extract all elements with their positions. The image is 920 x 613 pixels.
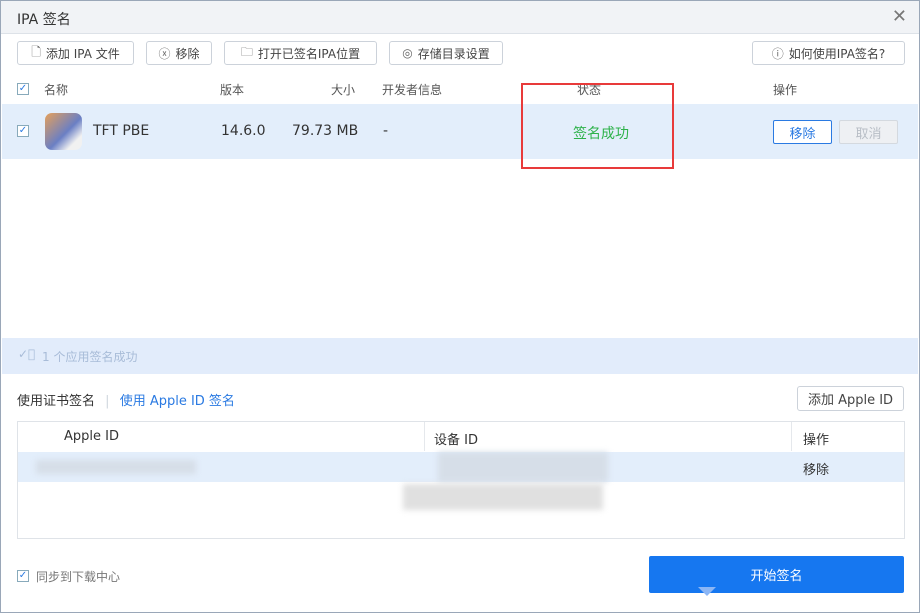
open-location-button[interactable]: 🗀 打开已签名IPA位置: [224, 41, 377, 65]
row-checkbox[interactable]: ✓: [17, 125, 29, 137]
add-file-icon: 🗋: [31, 44, 41, 59]
redacted-overlay: [403, 484, 603, 510]
header-developer: 开发者信息: [382, 83, 443, 97]
apple-id-table: Apple ID 设备 ID 操作 移除: [17, 421, 905, 539]
header-size: 大小: [331, 83, 356, 97]
header-apple-id: Apple ID: [64, 429, 119, 444]
check-circle-icon: ✓⃝: [18, 347, 36, 361]
tab-divider: |: [105, 394, 110, 409]
row-remove-button[interactable]: 移除: [773, 120, 832, 144]
row-cancel-button[interactable]: 取消: [839, 120, 898, 144]
sync-checkbox[interactable]: ✓: [17, 570, 29, 582]
tab-apple-id[interactable]: 使用 Apple ID 签名: [120, 394, 235, 409]
help-label: 如何使用IPA签名?: [788, 46, 886, 61]
title-bar: IPA 签名 ✕: [1, 1, 919, 34]
folder-icon: 🗀: [240, 44, 253, 59]
header-name: 名称: [44, 83, 69, 97]
add-ipa-label: 添加 IPA 文件: [45, 46, 120, 61]
sync-label: 同步到下载中心: [36, 570, 121, 584]
redacted-apple-id: [36, 460, 196, 474]
open-location-label: 打开已签名IPA位置: [257, 46, 361, 61]
apple-id-remove-link[interactable]: 移除: [803, 459, 829, 478]
table-header: ✓ 名称 版本 大小 开发者信息 状态 操作: [1, 76, 919, 102]
storage-settings-label: 存储目录设置: [417, 46, 490, 61]
settings-icon: ◎: [402, 46, 413, 60]
app-version: 14.6.0: [221, 123, 266, 139]
dialog-title: IPA 签名: [17, 12, 71, 28]
status-text: 1 个应用签名成功: [42, 350, 138, 364]
close-icon[interactable]: ✕: [892, 6, 907, 27]
app-icon: [45, 113, 82, 150]
header-actions: 操作: [773, 83, 798, 97]
start-sign-button[interactable]: 开始签名: [649, 556, 904, 593]
header-actions-2: 操作: [803, 433, 830, 448]
apple-id-row[interactable]: 移除: [18, 452, 904, 482]
remove-label: 移除: [175, 46, 200, 61]
add-ipa-button[interactable]: 🗋 添加 IPA 文件: [17, 41, 134, 65]
app-name: TFT PBE: [93, 123, 150, 139]
storage-settings-button[interactable]: ◎ 存储目录设置: [389, 41, 503, 65]
remove-circle-icon: ⓧ: [158, 46, 171, 61]
redacted-device-id: [438, 452, 608, 482]
column-divider: [424, 422, 425, 451]
cursor-arrow-icon: [698, 587, 716, 596]
remove-button[interactable]: ⓧ 移除: [146, 41, 212, 65]
app-size: 79.73 MB: [292, 123, 359, 139]
table-row[interactable]: ✓ TFT PBE 14.6.0 79.73 MB - 签名成功 移除 取消: [2, 104, 918, 159]
select-all-checkbox[interactable]: ✓: [17, 83, 29, 95]
sign-mode-tabs: 使用证书签名 | 使用 Apple ID 签名: [17, 390, 235, 409]
ipa-sign-dialog: IPA 签名 ✕ 🗋 添加 IPA 文件 ⓧ 移除 🗀 打开已签名IPA位置 ◎ 存储目…: [0, 0, 920, 613]
tab-certificate[interactable]: 使用证书签名: [17, 394, 95, 409]
status-bar: ✓⃝ 1 个应用签名成功: [2, 338, 918, 374]
header-device-id: 设备 ID: [434, 433, 478, 448]
add-apple-id-button[interactable]: 添加 Apple ID: [797, 386, 904, 411]
column-divider: [791, 422, 792, 451]
header-version: 版本: [220, 83, 245, 97]
question-icon: ⓘ: [771, 46, 784, 61]
highlight-box: [521, 83, 674, 169]
app-developer: -: [383, 123, 389, 139]
help-button[interactable]: ⓘ 如何使用IPA签名?: [752, 41, 905, 65]
